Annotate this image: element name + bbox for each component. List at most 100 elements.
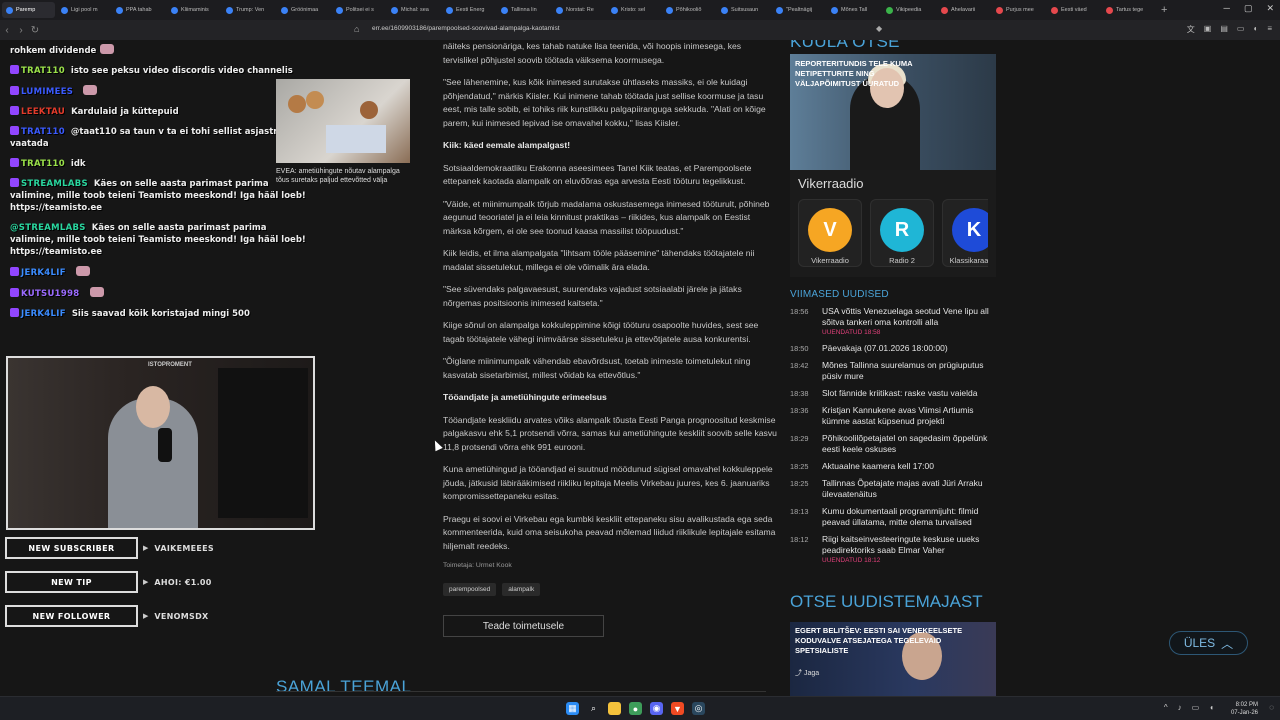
steam-icon[interactable]: ◎ [692, 702, 705, 715]
brave-icon[interactable]: ▼ [671, 702, 684, 715]
tab-favicon-icon [941, 6, 948, 14]
browser-tab[interactable]: Tartus tege [1102, 2, 1155, 18]
forward-icon[interactable]: › [14, 25, 28, 36]
browser-tab[interactable]: "Pealtnägij [772, 2, 825, 18]
news-headline[interactable]: Kumu dokumentaali programmijuht: filmid … [822, 506, 996, 528]
bookmark-icon[interactable]: ⌂ [354, 24, 359, 34]
news-time: 18:29 [790, 434, 809, 443]
maximize-icon[interactable]: ▢ [1244, 3, 1253, 14]
tab-favicon-icon [1106, 6, 1113, 14]
news-headline[interactable]: Kristjan Kannukene avas Viimsi Artiumis … [822, 405, 996, 427]
browser-tab[interactable]: Vikipeedia [882, 2, 935, 18]
file-explorer-icon[interactable] [608, 702, 621, 715]
browser-tab[interactable]: Paremp [2, 2, 55, 18]
news-item[interactable]: 18:56 USA võttis Venezuelaga seotud Vene … [790, 306, 996, 337]
tab-label: Ligi pool m [71, 7, 98, 13]
browser-tab[interactable]: Ligi pool m [57, 2, 110, 18]
browser-tab[interactable]: Mõnes Tall [827, 2, 880, 18]
tag-link[interactable]: alampalk [502, 583, 541, 596]
tab-label: Michal: sea [401, 7, 429, 13]
news-item[interactable]: 18:36 Kristjan Kannukene avas Viimsi Arti… [790, 405, 996, 427]
browser-tab[interactable]: Eesti väed [1047, 2, 1100, 18]
report-to-editors-button[interactable]: Teade toimetusele [443, 615, 604, 637]
related-heading: SAMAL TEEMAL [276, 677, 412, 696]
browser-tab[interactable]: PPA tahab [112, 2, 165, 18]
reload-icon[interactable]: ↻ [28, 25, 42, 36]
news-headline[interactable]: Päevakaja (07.01.2026 18:00:00) [822, 343, 948, 354]
radio-station-button[interactable]: R Radio 2 [870, 199, 934, 267]
news-item[interactable]: 18:50 Päevakaja (07.01.2026 18:00:00) [790, 343, 996, 354]
browser-tab[interactable]: Ahelavarii [937, 2, 990, 18]
browser-tab[interactable]: Kristo: sel [607, 2, 660, 18]
volume-icon[interactable]: ◖ [1209, 703, 1214, 712]
news-headline[interactable]: Riigi kaitseinvesteeringute keskuse uuek… [822, 534, 996, 556]
mouse-cursor-icon [431, 438, 443, 452]
shield-icon[interactable]: ◆ [876, 24, 882, 33]
news-item[interactable]: 18:12 Riigi kaitseinvesteeringute keskuse… [790, 534, 996, 565]
sidebar-icon[interactable]: ▤ [1220, 24, 1228, 35]
studio-live-thumbnail[interactable]: EGERT BELITŠEV: EESTI SAI VENEKEELSETE K… [790, 622, 996, 696]
search-icon[interactable]: ⌕ [587, 702, 600, 715]
vpn-icon[interactable]: ◐ [1253, 24, 1258, 35]
news-headline[interactable]: Aktuaalne kaamera kell 17:00 [822, 461, 934, 472]
emote-icon [75, 266, 90, 276]
obs-icon[interactable]: ● [629, 702, 642, 715]
news-headline[interactable]: Põhikoolilõpetajatel on sagedasim õppelü… [822, 433, 996, 455]
news-headline[interactable]: Slot fännide kriitikast: raske vastu vai… [822, 388, 977, 399]
close-icon[interactable]: ✕ [1266, 3, 1274, 14]
tag-link[interactable]: parempoolsed [443, 583, 497, 596]
translate-icon[interactable]: 文 [1187, 24, 1195, 35]
back-icon[interactable]: ‹ [0, 25, 14, 36]
browser-tab[interactable]: Eesti Energ [442, 2, 495, 18]
clock[interactable]: 8:02 PM 07-Jan-26 [1231, 701, 1258, 717]
news-item[interactable]: 18:25 Tallinnas Õpetajate majas avati Jür… [790, 478, 996, 500]
browser-tab[interactable]: Suitsusaun [717, 2, 770, 18]
minimize-icon[interactable]: ─ [1224, 3, 1230, 14]
radio-station-button[interactable]: V Vikerraadio [798, 199, 862, 267]
tab-label: Norstat: Re [566, 7, 594, 13]
alert-value: VENOMSDX [154, 611, 209, 621]
live-stream-thumbnail[interactable]: REPORTERITUNDIS TELE KUMA NETIPETTURITE … [790, 54, 996, 170]
start-icon[interactable]: ▦ [566, 702, 579, 715]
tray-chevron-icon[interactable]: ^ [1164, 703, 1168, 712]
user-badge-icon [10, 106, 19, 115]
tab-favicon-icon [6, 6, 13, 14]
news-headline[interactable]: USA võttis Venezuelaga seotud Vene lipu … [822, 306, 996, 328]
share-button[interactable]: ⤴ Jaga [795, 668, 819, 678]
tab-favicon-icon [721, 6, 728, 14]
radio-station-button[interactable]: K Klassikaraadio [942, 199, 988, 267]
notification-icon[interactable]: ◌ [1269, 703, 1274, 712]
tab-label: Tartus tege [1116, 7, 1144, 13]
network-icon[interactable]: ▭ [1192, 703, 1200, 712]
news-headline[interactable]: Tallinnas Õpetajate majas avati Jüri Arr… [822, 478, 996, 500]
news-item[interactable]: 18:29 Põhikoolilõpetajatel on sagedasim õ… [790, 433, 996, 455]
news-item[interactable]: 18:42 Mõnes Tallinna suurelamus on prügiu… [790, 360, 996, 382]
scroll-to-top-button[interactable]: ÜLES ︿ [1169, 631, 1248, 655]
chat-message: LEEKTAU Kardulaid ja küttepuid [10, 106, 310, 118]
tab-favicon-icon [776, 6, 783, 14]
mic-icon[interactable]: ♪ [1178, 703, 1182, 712]
discord-icon[interactable]: ◉ [650, 702, 663, 715]
browser-tab[interactable]: Gröönimaa [277, 2, 330, 18]
related-article-card[interactable]: EVEA: ametiühingute nõutav alampalga tõu… [276, 79, 410, 185]
screenshot-icon[interactable]: ▣ [1204, 24, 1212, 35]
news-headline[interactable]: Mõnes Tallinna suurelamus on prügiuputus… [822, 360, 996, 382]
browser-tab[interactable]: Trump: Ven [222, 2, 275, 18]
wallet-icon[interactable]: ▭ [1237, 24, 1245, 35]
news-item[interactable]: 18:38 Slot fännide kriitikast: raske vast… [790, 388, 996, 399]
article-tags: parempoolsed alampalk [443, 583, 777, 596]
url-field[interactable]: err.ee/1609903186/parempoolsed-soovivad-… [372, 25, 560, 32]
news-item[interactable]: 18:13 Kumu dokumentaali programmijuht: fi… [790, 506, 996, 528]
browser-tab[interactable]: Politsei ei s [332, 2, 385, 18]
emote-icon [89, 287, 104, 297]
browser-tab[interactable]: Purjus mee [992, 2, 1045, 18]
browser-tab[interactable]: Kliimaminis [167, 2, 220, 18]
page: rohkem dividende TRAT110 isto see peksu vi… [0, 40, 1280, 696]
browser-tab[interactable]: Tallinna lin [497, 2, 550, 18]
browser-tab[interactable]: Norstat: Re [552, 2, 605, 18]
new-tab-button[interactable]: + [1161, 4, 1167, 16]
browser-tab[interactable]: Michal: sea [387, 2, 440, 18]
menu-icon[interactable]: ≡ [1267, 24, 1272, 35]
news-item[interactable]: 18:25 Aktuaalne kaamera kell 17:00 [790, 461, 996, 472]
browser-tab[interactable]: Põhikooliõ [662, 2, 715, 18]
